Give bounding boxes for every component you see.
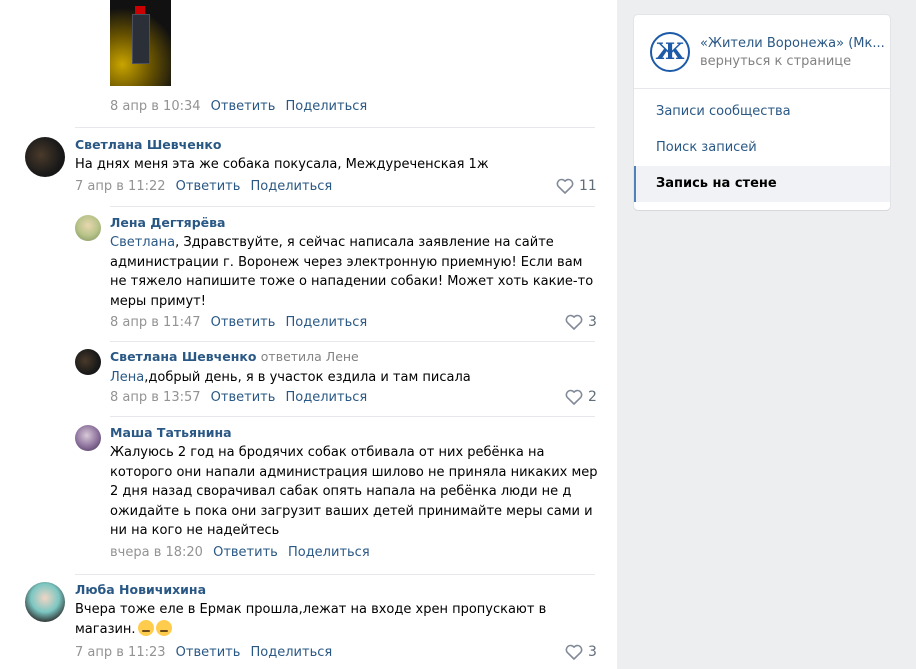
heart-icon xyxy=(565,644,583,660)
menu-item-wall-post[interactable]: Запись на стене xyxy=(634,166,890,202)
share-button[interactable]: Поделиться xyxy=(251,179,333,194)
text-line: Вчера тоже еле в Ермак прошла,лежат на в… xyxy=(75,602,547,617)
divider xyxy=(110,341,595,342)
author-name[interactable]: Светлана Шевченко xyxy=(110,349,256,364)
text-line: магазин. xyxy=(75,621,136,637)
like-button[interactable]: 3 xyxy=(565,644,597,660)
grimacing-face-emoji-icon xyxy=(155,619,172,636)
divider xyxy=(110,416,595,417)
comment-date[interactable]: 7 апр в 11:22 xyxy=(75,179,166,194)
comment-author[interactable]: Люба Новичихина xyxy=(75,582,206,597)
text-line: , Здравствуйте, я сейчас написала заявле… xyxy=(175,235,554,250)
post-photo[interactable] xyxy=(110,0,171,86)
comment-meta: 7 апр в 11:23 Ответить Поделиться xyxy=(75,645,332,660)
like-count: 11 xyxy=(579,178,597,194)
share-button[interactable]: Поделиться xyxy=(286,315,368,330)
comment-author[interactable]: Светлана Шевченко xyxy=(75,137,221,152)
divider xyxy=(110,206,595,207)
like-button[interactable]: 3 xyxy=(565,314,597,330)
comment-date[interactable]: вчера в 18:20 xyxy=(110,545,203,560)
comment-author: Светлана Шевченко ответила Лене xyxy=(110,349,359,364)
comment-text: Жалуюсь 2 год на бродячих собак отбивала… xyxy=(110,443,600,541)
like-count: 2 xyxy=(588,389,597,405)
share-button[interactable]: Поделиться xyxy=(286,390,368,405)
share-button[interactable]: Поделиться xyxy=(286,99,368,114)
comment-text: Лена,добрый день, я в участок ездила и т… xyxy=(110,368,600,388)
reply-button[interactable]: Ответить xyxy=(176,645,241,660)
share-button[interactable]: Поделиться xyxy=(288,545,370,560)
avatar[interactable] xyxy=(75,425,101,451)
back-to-page-link[interactable]: вернуться к странице xyxy=(700,54,851,69)
mention-link[interactable]: Лена xyxy=(110,370,144,385)
text-line: администрации г. Воронеж через электронн… xyxy=(110,254,583,270)
reply-button[interactable]: Ответить xyxy=(176,179,241,194)
text-line: Жалуюсь 2 год на бродячих собак отбивала… xyxy=(110,445,545,460)
comment-text: На днях меня эта же собака покусала, Меж… xyxy=(75,157,489,172)
community-name-link[interactable]: «Жители Воронежа» (Мк... xyxy=(700,36,885,51)
post-meta: 8 апр в 10:34 Ответить Поделиться xyxy=(110,99,367,114)
comment-text: Вчера тоже еле в Ермак прошла,лежат на в… xyxy=(75,600,595,639)
relieved-face-emoji-icon xyxy=(137,619,154,636)
reply-button[interactable]: Ответить xyxy=(213,545,278,560)
photo-can xyxy=(132,14,150,64)
like-count: 3 xyxy=(588,314,597,330)
comment-date[interactable]: 8 апр в 13:57 xyxy=(110,390,201,405)
comment-author[interactable]: Маша Татьянина xyxy=(110,425,232,440)
share-button[interactable]: Поделиться xyxy=(251,645,333,660)
text-line: 2 дня назад сворачивал сабак опять напал… xyxy=(110,484,572,499)
mention-link[interactable]: Светлана xyxy=(110,235,175,250)
text-line: меры примут! xyxy=(110,293,206,309)
like-button[interactable]: 2 xyxy=(565,389,597,405)
comment-meta: 8 апр в 13:57 Ответить Поделиться xyxy=(110,390,367,405)
avatar[interactable] xyxy=(75,215,101,241)
comment-text: Светлана, Здравствуйте, я сейчас написал… xyxy=(110,233,600,311)
reply-button[interactable]: Ответить xyxy=(211,390,276,405)
comment-author[interactable]: Лена Дегтярёва xyxy=(110,215,225,230)
text-line: ,добрый день, я в участок ездила и там п… xyxy=(144,370,471,385)
text-line: ожидайте ь пока они загрузит ваших детей… xyxy=(110,503,593,519)
comment-meta: 7 апр в 11:22 Ответить Поделиться xyxy=(75,179,332,194)
divider xyxy=(75,127,595,128)
comment-date[interactable]: 8 апр в 11:47 xyxy=(110,315,201,330)
avatar[interactable] xyxy=(25,582,65,622)
text-line: ни на кого не надейтесь xyxy=(110,523,280,538)
reply-button[interactable]: Ответить xyxy=(211,315,276,330)
comment-meta: 8 апр в 11:47 Ответить Поделиться xyxy=(110,315,367,330)
heart-icon xyxy=(565,389,583,405)
divider xyxy=(75,574,595,575)
heart-icon xyxy=(556,178,574,194)
avatar[interactable] xyxy=(25,137,65,177)
comment-date[interactable]: 7 апр в 11:23 xyxy=(75,645,166,660)
comment-meta: вчера в 18:20 Ответить Поделиться xyxy=(110,545,370,560)
text-line: которого они напали администрация шилово… xyxy=(110,464,598,480)
reply-button[interactable]: Ответить xyxy=(211,99,276,114)
like-count: 3 xyxy=(588,644,597,660)
divider xyxy=(634,88,890,89)
avatar[interactable] xyxy=(75,349,101,375)
menu-item-search-posts[interactable]: Поиск записей xyxy=(634,130,890,166)
community-logo[interactable]: Ж xyxy=(650,32,690,72)
like-button[interactable]: 11 xyxy=(556,178,597,194)
text-line: не тяжело напишите тоже о нападении соба… xyxy=(110,274,594,289)
replied-to[interactable]: ответила Лене xyxy=(261,349,359,364)
menu-item-community-posts[interactable]: Записи сообщества xyxy=(634,94,890,130)
post-date[interactable]: 8 апр в 10:34 xyxy=(110,99,201,114)
heart-icon xyxy=(565,314,583,330)
